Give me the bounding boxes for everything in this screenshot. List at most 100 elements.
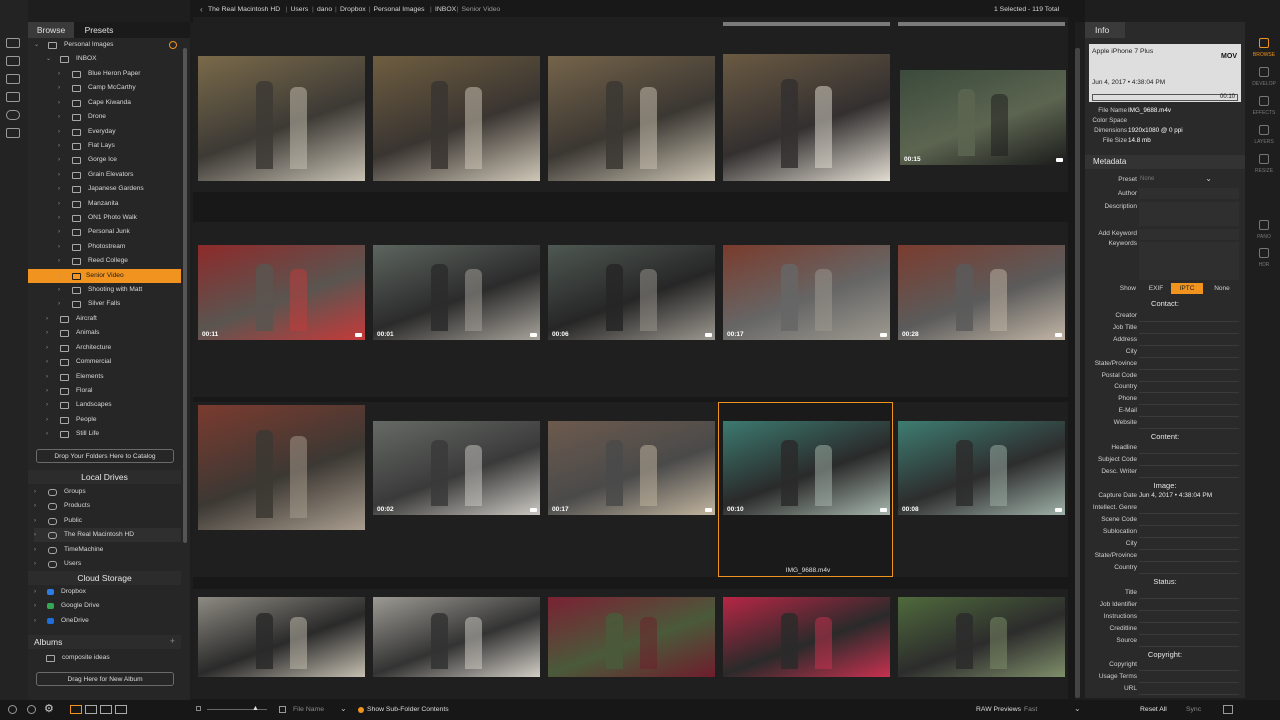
chevron-right-icon[interactable]: › bbox=[58, 67, 66, 81]
album-item[interactable]: composite ideas bbox=[46, 651, 181, 665]
chevron-right-icon[interactable]: › bbox=[58, 197, 66, 211]
monitor-icon[interactable] bbox=[6, 38, 20, 48]
gear-icon[interactable]: ⚙ bbox=[44, 704, 54, 715]
chevron-right-icon[interactable]: › bbox=[46, 384, 54, 398]
module-label[interactable]: PANO bbox=[1248, 234, 1280, 240]
tab-browse[interactable]: Browse bbox=[28, 22, 74, 38]
chevron-right-icon[interactable]: › bbox=[58, 125, 66, 139]
tree-item-folder[interactable]: › Silver Falls bbox=[58, 297, 181, 311]
panel-toggle-icon[interactable] bbox=[1223, 705, 1233, 714]
drive-item[interactable]: › Groups bbox=[34, 485, 181, 499]
chevron-right-icon[interactable]: › bbox=[58, 139, 66, 153]
chevron-right-icon[interactable]: › bbox=[58, 254, 66, 268]
detail-view-icon[interactable] bbox=[85, 705, 97, 714]
module-label[interactable]: EFFECTS bbox=[1248, 110, 1280, 116]
breadcrumb-item[interactable]: The Real Macintosh HD bbox=[208, 6, 280, 13]
thumbnail-image[interactable]: 00:11 bbox=[198, 245, 365, 340]
raw-previews-select[interactable]: Fast bbox=[1024, 706, 1037, 713]
help-icon[interactable] bbox=[8, 705, 17, 714]
metadata-field[interactable] bbox=[1139, 670, 1239, 671]
partial-thumbnail[interactable] bbox=[723, 22, 890, 26]
new-album-dropzone[interactable]: Drag Here for New Album bbox=[36, 672, 174, 686]
metadata-field[interactable] bbox=[1139, 416, 1239, 418]
chevron-right-icon[interactable]: › bbox=[58, 110, 66, 124]
tree-item-folder[interactable]: › People bbox=[46, 413, 181, 427]
tab-presets[interactable]: Presets bbox=[74, 22, 124, 38]
chevron-right-icon[interactable]: › bbox=[46, 341, 54, 355]
compare-view-icon[interactable] bbox=[115, 705, 127, 714]
thumbnail-image[interactable]: 00:06 bbox=[548, 245, 715, 340]
metadata-field[interactable] bbox=[1139, 681, 1239, 683]
metadata-field[interactable] bbox=[1139, 560, 1239, 562]
drop-folders-button[interactable]: Drop Your Folders Here to Catalog bbox=[36, 449, 174, 463]
layers-module-icon[interactable] bbox=[1259, 125, 1269, 135]
refresh-icon[interactable] bbox=[169, 41, 177, 49]
metadata-field[interactable] bbox=[1139, 693, 1239, 695]
chevron-right-icon[interactable]: › bbox=[58, 211, 66, 225]
info-tab[interactable]: Info bbox=[1085, 22, 1125, 38]
thumbnail-image[interactable] bbox=[898, 597, 1065, 677]
chevron-right-icon[interactable]: › bbox=[34, 499, 42, 513]
chevron-right-icon[interactable]: › bbox=[46, 398, 54, 412]
thumbnail-image[interactable]: 00:10 bbox=[723, 421, 890, 515]
tree-item-folder[interactable]: › Japanese Gardens bbox=[58, 182, 181, 196]
module-label[interactable]: DEVELOP bbox=[1248, 81, 1280, 87]
cloud-item[interactable]: › Dropbox bbox=[34, 585, 181, 599]
tree-item-folder[interactable]: › Reed College bbox=[58, 254, 181, 268]
capture-date-value[interactable]: Jun 4, 2017 • 4:38:04 PM bbox=[1139, 492, 1212, 499]
metadata-field[interactable] bbox=[1139, 321, 1239, 322]
metadata-field[interactable] bbox=[1139, 572, 1239, 574]
tree-item-folder[interactable]: › Senior Video bbox=[28, 268, 181, 283]
metadata-field[interactable] bbox=[1139, 513, 1239, 514]
chevron-right-icon[interactable]: › bbox=[58, 225, 66, 239]
drive-item[interactable]: › The Real Macintosh HD bbox=[34, 528, 181, 543]
chevron-right-icon[interactable]: › bbox=[46, 355, 54, 369]
chevron-right-icon[interactable]: › bbox=[58, 269, 66, 283]
folder-icon[interactable] bbox=[6, 74, 20, 84]
thumbnail-image[interactable]: 00:28 bbox=[898, 245, 1065, 340]
sync-button[interactable]: Sync bbox=[1186, 706, 1201, 713]
tree-item-folder[interactable]: › Elements bbox=[46, 370, 181, 384]
tree-item-inbox[interactable]: ⌄ INBOX bbox=[46, 52, 181, 66]
chevron-right-icon[interactable]: › bbox=[34, 514, 42, 528]
tree-item-folder[interactable]: › Floral bbox=[46, 384, 181, 398]
tree-item-folder[interactable]: › Shooting with Matt bbox=[58, 283, 181, 297]
thumbnail-image[interactable] bbox=[373, 56, 540, 181]
drive-item[interactable]: › Users bbox=[34, 557, 181, 571]
tree-item-folder[interactable]: › Manzanita bbox=[58, 197, 181, 211]
drive-icon[interactable] bbox=[6, 92, 20, 102]
module-label[interactable]: BROWSE bbox=[1248, 52, 1280, 58]
drive-item[interactable]: › TimeMachine bbox=[34, 543, 181, 557]
chevron-right-icon[interactable]: ⌄ bbox=[46, 52, 54, 66]
tree-item-folder[interactable]: › Camp McCarthy bbox=[58, 81, 181, 95]
description-field[interactable] bbox=[1139, 202, 1239, 226]
thumbnail-image[interactable]: 00:17 bbox=[548, 421, 715, 515]
thumbnail-image[interactable] bbox=[198, 405, 365, 530]
hdr-module-icon[interactable] bbox=[1259, 248, 1269, 258]
chevron-right-icon[interactable]: › bbox=[46, 312, 54, 326]
metadata-field[interactable] bbox=[1139, 428, 1239, 430]
chevron-right-icon[interactable]: › bbox=[58, 96, 66, 110]
add-album-icon[interactable]: + bbox=[170, 636, 175, 646]
breadcrumb-item[interactable]: Users bbox=[291, 6, 309, 13]
author-field[interactable] bbox=[1139, 188, 1239, 199]
chevron-right-icon[interactable]: › bbox=[34, 557, 42, 571]
metadata-field[interactable] bbox=[1139, 464, 1239, 466]
back-chevron-icon[interactable]: ‹ bbox=[200, 5, 203, 14]
module-label[interactable]: LAYERS bbox=[1248, 139, 1280, 145]
cloud-icon[interactable] bbox=[6, 110, 20, 120]
chevron-right-icon[interactable]: › bbox=[58, 81, 66, 95]
breadcrumb-item[interactable]: Personal Images bbox=[374, 6, 425, 13]
left-scrollbar[interactable] bbox=[183, 48, 187, 543]
metadata-field[interactable] bbox=[1139, 476, 1239, 478]
filmstrip-view-icon[interactable] bbox=[100, 705, 112, 714]
thumbnail-image[interactable]: 00:08 bbox=[898, 421, 1065, 515]
browse-module-icon[interactable] bbox=[1259, 38, 1269, 48]
thumbnail-image[interactable]: 00:17 bbox=[723, 245, 890, 340]
thumbnail-image[interactable] bbox=[548, 597, 715, 677]
preset-select[interactable]: None ⌄ bbox=[1139, 174, 1215, 185]
breadcrumb-item[interactable]: dano bbox=[317, 6, 332, 13]
thumbnail-image[interactable] bbox=[548, 56, 715, 181]
drive-item[interactable]: › Products bbox=[34, 499, 181, 513]
thumbnail-image[interactable] bbox=[723, 54, 890, 181]
